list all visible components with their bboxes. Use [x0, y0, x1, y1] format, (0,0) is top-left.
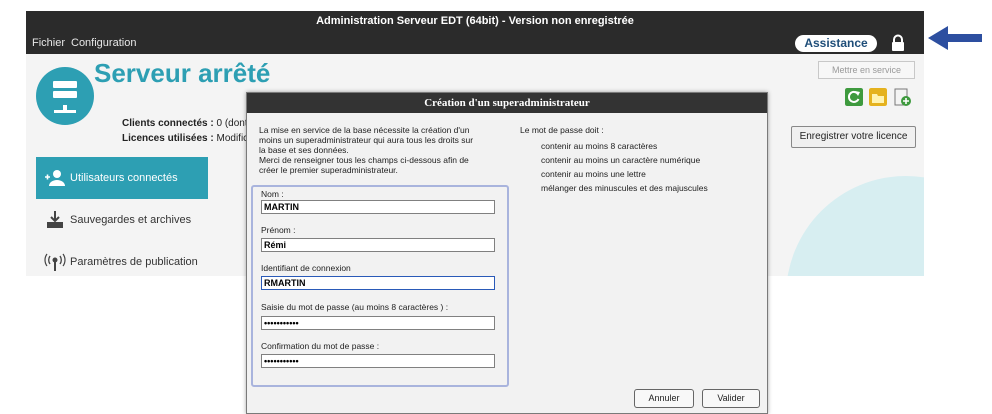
- refresh-icon[interactable]: [845, 88, 863, 106]
- window-title: Administration Serveur EDT (64bit) - Ver…: [26, 11, 924, 32]
- page-title: Serveur arrêté: [94, 58, 271, 88]
- register-licence-button[interactable]: Enregistrer votre licence: [791, 126, 916, 148]
- password-label: Saisie du mot de passe (au moins 8 carac…: [261, 302, 449, 312]
- password-rule: mélanger des minuscules et des majuscule…: [541, 183, 708, 193]
- licences-label: Licences utilisées :: [122, 133, 214, 144]
- validate-button[interactable]: Valider: [702, 389, 760, 408]
- user-form: Nom : Prénom : Identifiant de connexion …: [251, 185, 509, 387]
- confirm-password-input[interactable]: [261, 354, 495, 368]
- intro-line: moins un superadministrateur qui aura to…: [259, 135, 474, 145]
- sidebar-item-label: Paramètres de publication: [70, 256, 198, 268]
- licences-value: Modific: [216, 133, 249, 144]
- menu-item-configuration[interactable]: Configuration: [71, 37, 136, 49]
- assistance-button[interactable]: Assistance: [795, 35, 877, 52]
- password-rule: contenir au moins 8 caractères: [541, 141, 658, 151]
- dialog-title: Création d'un superadministrateur: [247, 93, 767, 113]
- server-icon: [36, 67, 94, 125]
- prenom-label: Prénom :: [261, 225, 296, 235]
- nom-input[interactable]: [261, 200, 495, 214]
- sidebar-item-sauvegardes[interactable]: Sauvegardes et archives: [36, 199, 208, 241]
- nom-label: Nom :: [261, 189, 284, 199]
- dialog-intro: La mise en service de la base nécessite …: [259, 125, 505, 175]
- licences-line: Licences utilisées : Modific: [122, 133, 248, 144]
- sidebar-item-label: Sauvegardes et archives: [70, 214, 192, 226]
- clients-label: Clients connectés :: [122, 118, 214, 129]
- create-superadmin-dialog: Création d'un superadministrateur La mis…: [246, 92, 768, 414]
- password-rules-title: Le mot de passe doit :: [520, 125, 604, 135]
- login-label: Identifiant de connexion: [261, 263, 351, 273]
- password-input[interactable]: [261, 316, 495, 330]
- intro-line: La mise en service de la base nécessite …: [259, 125, 470, 135]
- broadcast-icon: [44, 253, 66, 271]
- intro-line: créer le premier superadministrateur.: [259, 165, 398, 175]
- clients-value: 0 (dont: [216, 118, 248, 129]
- sidebar-item-parametres[interactable]: Paramètres de publication: [36, 241, 208, 276]
- sidebar-item-label: Utilisateurs connectés: [70, 172, 178, 184]
- decorative-circle: [786, 176, 924, 276]
- intro-line: la base et ses données.: [259, 145, 349, 155]
- new-document-icon[interactable]: [893, 88, 911, 106]
- password-rule: contenir au moins un caractère numérique: [541, 155, 701, 165]
- lock-icon[interactable]: [889, 34, 907, 52]
- login-input[interactable]: [261, 276, 495, 290]
- password-rule: contenir au moins une lettre: [541, 169, 646, 179]
- folder-icon[interactable]: [869, 88, 887, 106]
- clients-connectes-line: Clients connectés : 0 (dont: [122, 118, 248, 129]
- cancel-button[interactable]: Annuler: [634, 389, 694, 408]
- download-icon: [47, 211, 63, 228]
- menu-item-fichier[interactable]: Fichier: [32, 37, 65, 49]
- users-icon: [45, 170, 65, 186]
- prenom-input[interactable]: [261, 238, 495, 252]
- intro-line: Merci de renseigner tous les champs ci-d…: [259, 155, 469, 165]
- sidebar-item-utilisateurs[interactable]: Utilisateurs connectés: [36, 157, 208, 199]
- confirm-password-label: Confirmation du mot de passe :: [261, 341, 380, 351]
- mettre-en-service-button[interactable]: Mettre en service: [818, 61, 915, 79]
- arrow-left-icon: [928, 26, 982, 50]
- menu-bar: Fichier Configuration: [26, 32, 924, 54]
